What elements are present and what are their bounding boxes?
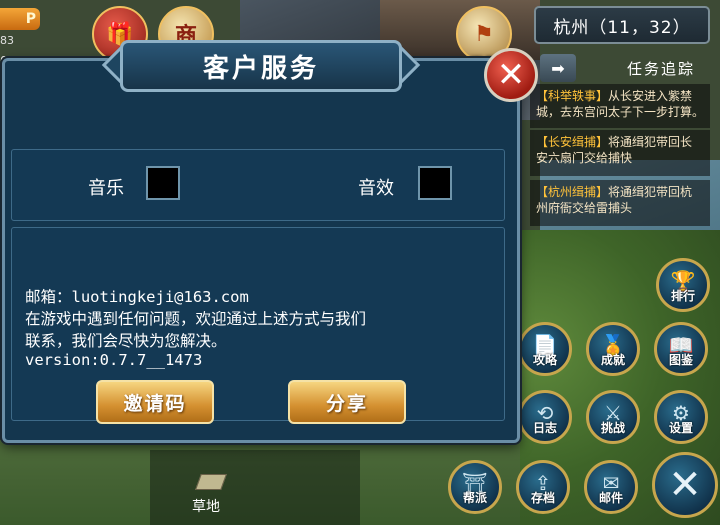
tile-label: 草地 — [192, 499, 220, 515]
music-checkbox[interactable] — [146, 166, 180, 200]
close-icon: ✕ — [668, 462, 702, 508]
challenge-button[interactable]: ⚔ 挑战 — [586, 390, 640, 444]
version-line: version:0.7.7__1473 — [25, 351, 203, 369]
quest-tracker-title[interactable]: 任务追踪 — [606, 54, 716, 82]
music-label: 音乐 — [88, 178, 124, 199]
quest-item[interactable]: 【科举轶事】从长安进入紫禁城，去东宫问太子下一步打算。 — [530, 84, 710, 128]
invite-code-button[interactable]: 邀请码 — [96, 380, 214, 424]
email-line: 邮箱：luotingkeji@163.com — [25, 288, 249, 306]
customer-service-dialog: 音乐 音效 邮箱：luotingkeji@163.com 在游戏中遇到任何问题，… — [2, 58, 520, 443]
audio-settings: 音乐 音效 — [11, 149, 505, 221]
close-icon: ✕ — [496, 55, 526, 95]
settings-button[interactable]: ⚙ 设置 — [654, 390, 708, 444]
arrow-right-icon[interactable]: ➡ — [540, 54, 576, 82]
info-line: 在游戏中遇到任何问题，欢迎通过上述方式与我们 — [25, 310, 367, 328]
vip-badge[interactable]: P — [0, 8, 40, 30]
menu-close-button[interactable]: ✕ — [652, 452, 718, 518]
quest-item[interactable]: 【长安缉捕】将通缉犯带回长安六扇门交给捕快 — [530, 130, 710, 176]
share-button[interactable]: 分享 — [288, 380, 406, 424]
dialog-title-banner: 客户服务 — [101, 40, 421, 92]
dialog-title: 客户服务 — [120, 40, 402, 92]
achievement-button[interactable]: 🏅 成就 — [586, 322, 640, 376]
ranking-button[interactable]: 🏆 排行 — [656, 258, 710, 312]
info-line: 联系，我们会尽快为您解决。 — [25, 332, 227, 350]
tile-info: 草地 — [150, 450, 360, 525]
guild-button[interactable]: ⛩ 帮派 — [448, 460, 502, 514]
grass-tile-icon — [195, 474, 227, 490]
contact-info-panel: 邮箱：luotingkeji@163.com 在游戏中遇到任何问题，欢迎通过上述… — [11, 227, 505, 421]
sound-checkbox[interactable] — [418, 166, 452, 200]
dialog-close-button[interactable]: ✕ — [484, 48, 538, 102]
strategy-button[interactable]: 📄 攻略 — [518, 322, 572, 376]
mail-button[interactable]: ✉ 邮件 — [584, 460, 638, 514]
log-button[interactable]: ⟲ 日志 — [518, 390, 572, 444]
location-display: 杭州（11，32） — [534, 6, 710, 44]
quest-tracker-header[interactable]: ➡ 任务追踪 — [540, 54, 712, 82]
handbook-button[interactable]: 📖 图鉴 — [654, 322, 708, 376]
sound-label: 音效 — [358, 178, 394, 199]
player-id-short: 83 — [0, 34, 14, 47]
save-button[interactable]: ⇪ 存档 — [516, 460, 570, 514]
quest-item[interactable]: 【杭州缉捕】将通缉犯带回杭州府衙交给雷捕头 — [530, 180, 710, 226]
